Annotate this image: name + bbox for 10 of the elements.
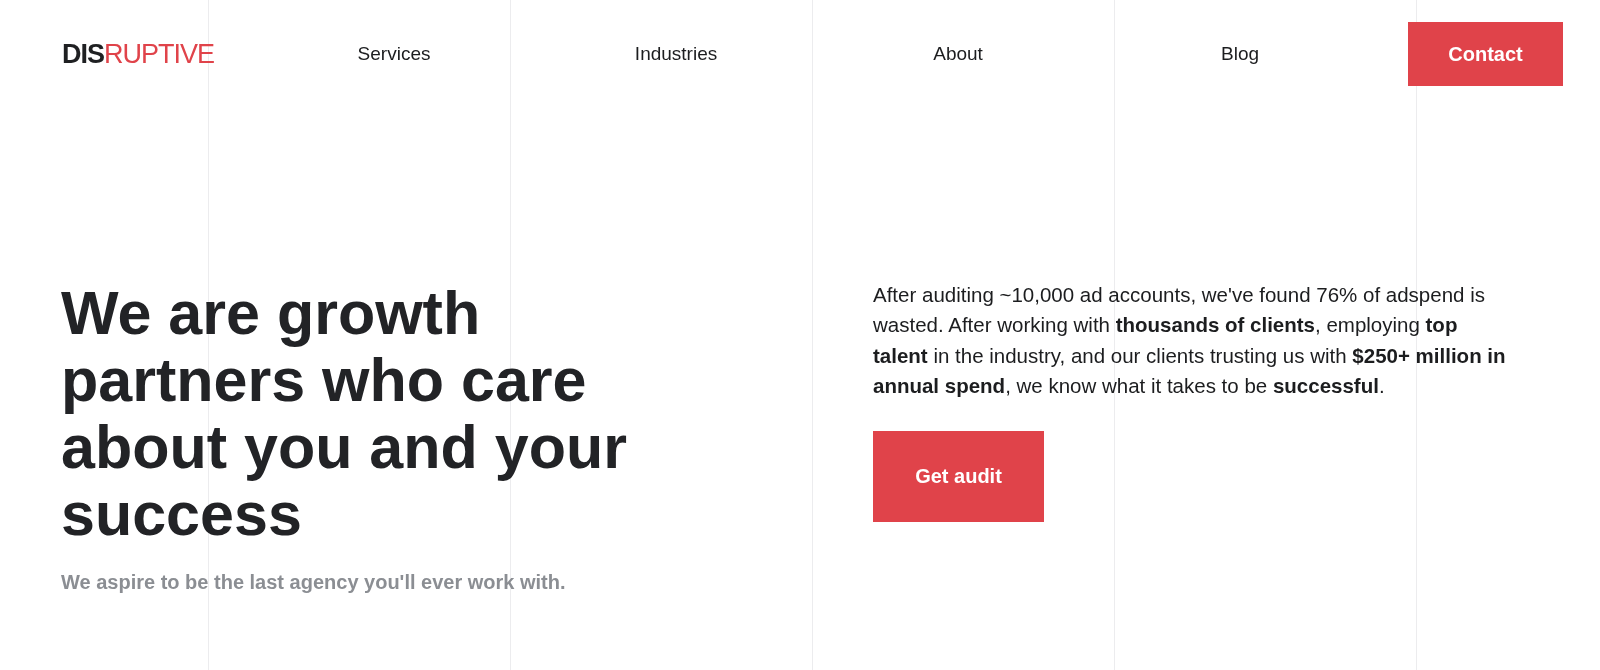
nav-link[interactable]: Services: [357, 42, 431, 66]
nav-link[interactable]: Blog: [1221, 42, 1260, 66]
nav-link[interactable]: About: [933, 42, 983, 66]
tagline: We aspire to be the last agency you'll ever work with.: [61, 570, 567, 594]
get-audit-button[interactable]: Get audit: [873, 430, 1044, 522]
logo[interactable]: DISRUPTIVE: [62, 39, 215, 69]
contact-button[interactable]: Contact: [1408, 22, 1564, 86]
intro-paragraph: After auditing ~10,000 ad accounts, we've found 76% of adspend is wasted. After working with thousands of clients, employing top talent in the industry, and our clients trusting us with $250+ million in annual spend, we know what it takes to be successful.: [873, 282, 1507, 400]
headline: We are growth partners who care about you and your success: [61, 280, 628, 548]
nav-link[interactable]: Industries: [634, 42, 718, 66]
